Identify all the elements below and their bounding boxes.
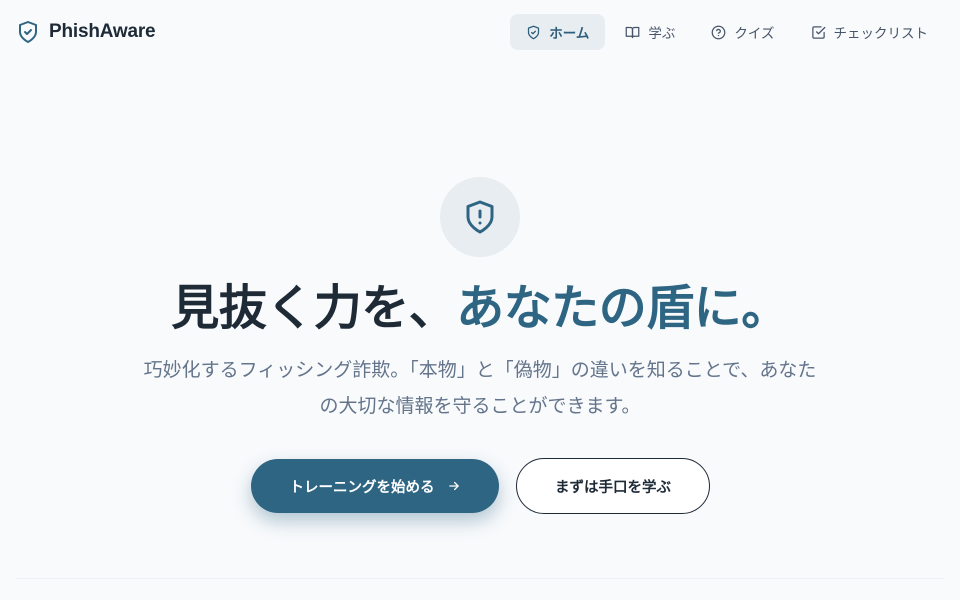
- help-circle-icon: [712, 25, 726, 39]
- hero-subtitle: 巧妙化するフィッシング詐欺。「本物」と「偽物」の違いを知ることで、あなたの大切な…: [143, 359, 817, 417]
- section-divider: [16, 578, 944, 579]
- nav-item-quiz[interactable]: クイズ: [695, 14, 790, 50]
- start-training-label: トレーニングを始める: [289, 479, 435, 496]
- nav-item-label: ホーム: [549, 26, 590, 42]
- hero-headline: 見抜く力を、あなたの盾に。: [0, 276, 960, 340]
- hero-icon-badge: [440, 177, 520, 257]
- nav-item-home[interactable]: ホーム: [510, 14, 606, 50]
- start-training-button[interactable]: トレーニングを始める: [251, 459, 499, 513]
- book-open-icon: [626, 26, 640, 38]
- shield-check-icon: [19, 21, 37, 43]
- nav-item-label: 学ぶ: [648, 26, 676, 42]
- learn-tactics-button[interactable]: まずは手口を学ぶ: [516, 458, 710, 514]
- nav-item-learn[interactable]: 学ぶ: [609, 14, 691, 50]
- main-nav: ホーム 学ぶ クイズ チェックリスト: [510, 14, 944, 50]
- headline-main: 見抜く力を、: [171, 280, 457, 336]
- headline-accent: あなたの盾に。: [456, 280, 789, 336]
- nav-item-label: クイズ: [734, 26, 775, 42]
- site-header: PhishAware ホーム 学ぶ クイズ チェックリスト: [0, 0, 960, 64]
- arrow-right-icon: [448, 481, 459, 491]
- nav-item-label: チェックリスト: [833, 26, 929, 42]
- nav-item-checklist[interactable]: チェックリスト: [795, 14, 945, 50]
- brand[interactable]: PhishAware: [16, 20, 156, 44]
- shield-alert-icon: [466, 200, 494, 234]
- check-square-icon: [811, 25, 825, 39]
- learn-tactics-label: まずは手口を学ぶ: [555, 479, 671, 496]
- brand-name: PhishAware: [49, 21, 156, 42]
- shield-check-icon: [528, 25, 540, 39]
